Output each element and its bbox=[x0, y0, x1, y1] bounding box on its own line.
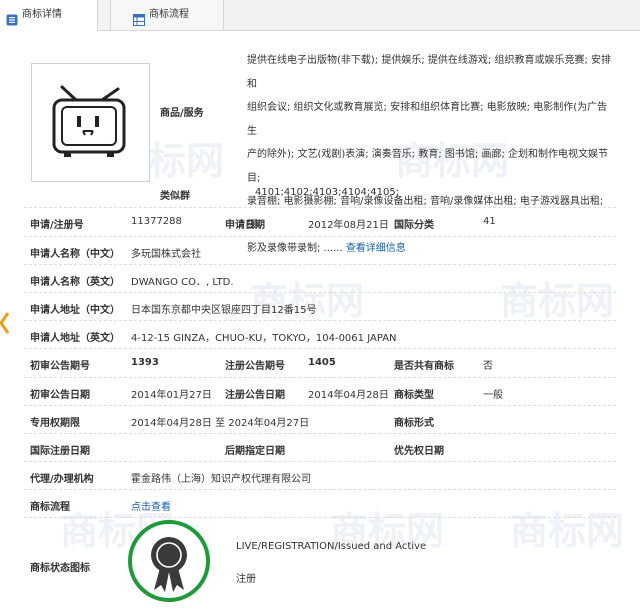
reg-no-label: 申请/注册号 bbox=[30, 220, 84, 231]
status-icon-label: 商标状态图标 bbox=[30, 563, 90, 574]
agency-value: 霍金路伟（上海）知识产权代理有限公司 bbox=[131, 474, 311, 485]
tab-bar: 商标详情 商标流程 bbox=[0, 0, 640, 31]
goods-line: 组织会议; 组织文化或教育展览; 安排和组织体育比赛; 电影放映; 电影制作(为… bbox=[247, 102, 608, 137]
prelim-no-value: 1393 bbox=[131, 357, 159, 368]
similar-group-value: 4101;4102;4103;4104;4105; bbox=[255, 187, 400, 198]
divider bbox=[24, 207, 616, 208]
divider bbox=[24, 433, 616, 434]
goods-label: 商品/服务 bbox=[160, 108, 204, 119]
reg-pub-date-value: 2014年04月28日 bbox=[308, 390, 389, 401]
tab-trademark-detail[interactable]: 商标详情 bbox=[0, 0, 98, 31]
divider bbox=[24, 348, 616, 349]
goods-line: 影及录像带录制; ...... bbox=[247, 243, 343, 254]
status-badge bbox=[128, 520, 210, 602]
reg-pub-no-label: 注册公告期号 bbox=[225, 361, 285, 372]
tv-logo-icon bbox=[52, 85, 126, 157]
mark-type-value: 一般 bbox=[483, 390, 503, 401]
view-details-link[interactable]: 查看详细信息 bbox=[346, 243, 406, 254]
divider bbox=[24, 489, 616, 490]
reg-pub-date-label: 注册公告日期 bbox=[225, 390, 285, 401]
address-en-label: 申请人地址（英文） bbox=[30, 333, 120, 344]
applicant-en-value: DWANGO CO．, LTD. bbox=[131, 277, 234, 288]
divider bbox=[24, 377, 616, 378]
app-date-label: 申请日期 bbox=[225, 220, 265, 231]
process-label: 商标流程 bbox=[30, 502, 70, 513]
divider bbox=[24, 292, 616, 293]
address-en-value: 4-12-15 GINZA，CHUO-KU，TOKYO，104-0061 JAP… bbox=[131, 333, 397, 344]
exclusive-value: 2014年04月28日 至 2024年04月27日 bbox=[131, 418, 310, 429]
status-text: LIVE/REGISTRATION/Issued and Active bbox=[236, 541, 427, 552]
mark-form-label: 商标形式 bbox=[394, 418, 434, 429]
trademark-image bbox=[31, 63, 150, 182]
mark-type-label: 商标类型 bbox=[394, 390, 434, 401]
goods-line: 提供在线电子出版物(非下载); 提供娱乐; 提供在线游戏; 组织教育或娱乐竞赛;… bbox=[247, 55, 611, 90]
divider bbox=[24, 264, 616, 265]
goods-line: 产的除外); 文艺(戏剧)表演; 演奏音乐; 教育; 图书馆; 画廊; 企划和制… bbox=[247, 149, 608, 184]
watermark: 商标网 bbox=[250, 279, 365, 323]
address-cn-value: 日本国东京都中央区银座四丁目12番15号 bbox=[131, 305, 317, 316]
intl-reg-date-label: 国际注册日期 bbox=[30, 446, 90, 457]
view-process-link[interactable]: 点击查看 bbox=[131, 498, 171, 513]
reg-no-value: 11377288 bbox=[131, 216, 182, 227]
award-ribbon-icon bbox=[151, 537, 187, 592]
watermark: 商标网 bbox=[510, 509, 625, 553]
shared-label: 是否共有商标 bbox=[394, 361, 454, 372]
similar-group-label: 类似群 bbox=[160, 191, 190, 202]
divider bbox=[24, 461, 616, 462]
prelim-date-label: 初审公告日期 bbox=[30, 390, 90, 401]
priority-label: 优先权日期 bbox=[394, 446, 444, 457]
applicant-cn-value: 多玩国株式会社 bbox=[131, 249, 201, 260]
status-cn: 注册 bbox=[236, 574, 256, 585]
exclusive-label: 专用权期限 bbox=[30, 418, 80, 429]
reg-pub-no-value: 1405 bbox=[308, 357, 336, 368]
applicant-en-label: 申请人名称（英文） bbox=[30, 277, 120, 288]
applicant-cn-label: 申请人名称（中文） bbox=[30, 249, 120, 260]
divider bbox=[24, 405, 616, 406]
later-date-label: 后期指定日期 bbox=[225, 446, 285, 457]
table-icon bbox=[133, 9, 145, 26]
watermark: 商标网 bbox=[500, 279, 615, 323]
address-cn-label: 申请人地址（中文） bbox=[30, 305, 120, 316]
app-date-value: 2012年08月21日 bbox=[308, 220, 389, 231]
tab-label: 商标详情 bbox=[22, 9, 62, 20]
prelim-date-value: 2014年01月27日 bbox=[131, 390, 212, 401]
tab-trademark-process[interactable]: 商标流程 bbox=[110, 0, 224, 30]
tab-label: 商标流程 bbox=[149, 9, 189, 20]
intl-class-label: 国际分类 bbox=[394, 220, 434, 231]
divider bbox=[24, 236, 616, 237]
prelim-no-label: 初审公告期号 bbox=[30, 361, 90, 372]
intl-class-value: 41 bbox=[483, 216, 496, 227]
list-icon bbox=[6, 9, 18, 26]
chevron-left-icon[interactable] bbox=[0, 312, 10, 334]
divider bbox=[24, 517, 616, 518]
agency-label: 代理/办理机构 bbox=[30, 474, 94, 485]
shared-value: 否 bbox=[483, 361, 493, 372]
divider bbox=[24, 320, 616, 321]
